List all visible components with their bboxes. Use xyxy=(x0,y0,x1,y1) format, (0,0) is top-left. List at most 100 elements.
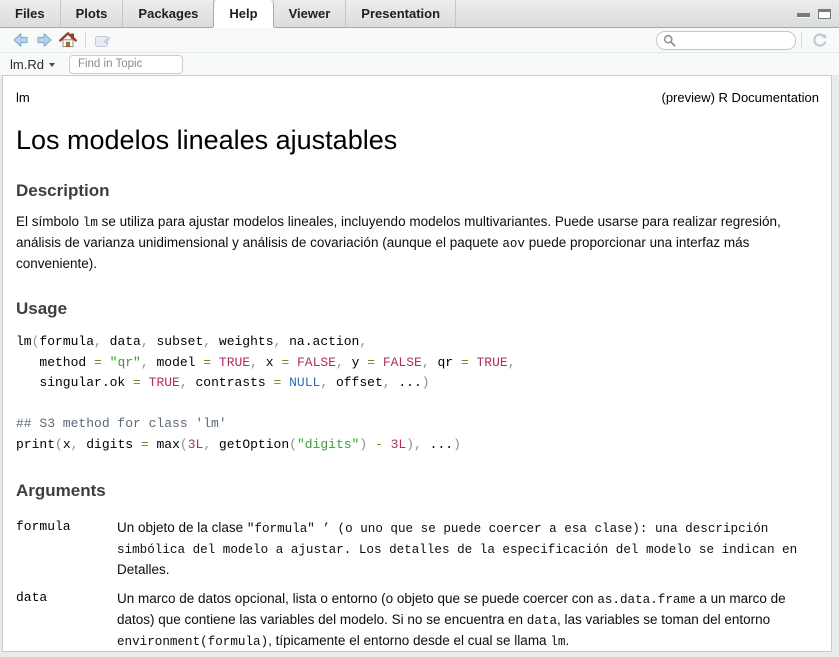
tab-plots[interactable]: Plots xyxy=(61,0,124,27)
find-in-topic-input[interactable] xyxy=(69,55,183,74)
forward-button[interactable] xyxy=(32,30,56,50)
argument-term: data xyxy=(16,589,117,652)
code-token: = xyxy=(133,375,141,390)
code-token: weights xyxy=(219,334,274,349)
code-token: 3L xyxy=(188,437,204,452)
pane-tabs: FilesPlotsPackagesHelpViewerPresentation xyxy=(0,0,456,27)
code-token: subset xyxy=(156,334,203,349)
pane-window-buttons xyxy=(797,9,831,19)
back-button[interactable] xyxy=(8,30,32,50)
code-token: contrasts xyxy=(195,375,273,390)
code-token: NULL xyxy=(289,375,320,390)
tab-files[interactable]: Files xyxy=(0,0,61,27)
code-token: ... xyxy=(430,437,453,452)
code-token: , xyxy=(71,437,87,452)
inline-code: environment(formula) xyxy=(117,635,268,649)
code-token xyxy=(211,355,219,370)
code-token: TRUE xyxy=(149,375,180,390)
toolbar-separator-2 xyxy=(801,32,802,48)
code-line: singular.ok = TRUE, contrasts = NULL, of… xyxy=(16,373,819,394)
code-token xyxy=(383,437,391,452)
show-in-new-window-button[interactable] xyxy=(91,30,115,50)
code-token: y xyxy=(352,355,368,370)
code-token: , xyxy=(336,355,352,370)
code-token: - xyxy=(375,437,383,452)
code-token: , xyxy=(422,355,438,370)
refresh-button[interactable] xyxy=(807,30,831,50)
minimize-icon[interactable] xyxy=(797,9,810,19)
topic-selector[interactable]: lm.Rd xyxy=(10,57,55,72)
inline-code: lm xyxy=(83,216,98,230)
popout-icon xyxy=(94,33,112,48)
code-token: na.action xyxy=(289,334,359,349)
help-search-input[interactable] xyxy=(680,33,789,47)
topic-name: lm.Rd xyxy=(10,57,44,72)
tab-viewer[interactable]: Viewer xyxy=(274,0,347,27)
code-token: ( xyxy=(289,437,297,452)
code-token xyxy=(141,375,149,390)
search-icon xyxy=(663,34,676,47)
arguments-heading: Arguments xyxy=(16,481,819,501)
code-token: getOption xyxy=(219,437,289,452)
code-token: , xyxy=(94,334,110,349)
usage-heading: Usage xyxy=(16,299,819,319)
tab-help[interactable]: Help xyxy=(213,0,273,27)
code-token: ) xyxy=(422,375,430,390)
code-token: digits xyxy=(86,437,141,452)
chevron-down-icon xyxy=(49,63,55,67)
code-token xyxy=(375,355,383,370)
help-search-box xyxy=(656,31,796,50)
code-token: , xyxy=(203,334,219,349)
code-token: singular.ok xyxy=(16,375,133,390)
code-token: ) xyxy=(406,437,414,452)
code-token: 3L xyxy=(391,437,407,452)
code-token: = xyxy=(94,355,102,370)
code-line: ## S3 method for class 'lm' xyxy=(16,414,819,435)
code-token: ) xyxy=(453,437,461,452)
code-token: = xyxy=(203,355,211,370)
maximize-icon[interactable] xyxy=(818,9,831,19)
code-token: = xyxy=(141,437,149,452)
inline-code: as.data.frame xyxy=(597,593,695,607)
code-token: print xyxy=(16,437,55,452)
code-token: , xyxy=(383,375,399,390)
code-line: print(x, digits = max(3L, getOption("dig… xyxy=(16,435,819,456)
inline-code: "formula" ’ (o uno que se puede coercer … xyxy=(117,522,797,557)
code-token: ( xyxy=(180,437,188,452)
code-token xyxy=(281,375,289,390)
code-line: lm(formula, data, subset, weights, na.ac… xyxy=(16,332,819,353)
help-document[interactable]: lm (preview) R Documentation Los modelos… xyxy=(2,75,832,652)
code-token: method xyxy=(16,355,94,370)
code-token: , xyxy=(508,355,516,370)
doc-meta-topic: lm xyxy=(16,90,30,105)
code-token: = xyxy=(281,355,289,370)
code-token: = xyxy=(461,355,469,370)
tab-packages[interactable]: Packages xyxy=(123,0,214,27)
inline-code: lm xyxy=(550,635,565,649)
argument-definition: Un objeto de la clase "formula" ’ (o uno… xyxy=(117,518,819,580)
code-token: , xyxy=(320,375,336,390)
code-token: qr xyxy=(437,355,460,370)
code-token: x xyxy=(63,437,71,452)
code-token: lm xyxy=(16,334,32,349)
page-title: Los modelos lineales ajustables xyxy=(16,125,819,156)
inline-code: data xyxy=(527,614,557,628)
code-line xyxy=(16,394,819,415)
code-token: FALSE xyxy=(383,355,422,370)
code-token xyxy=(102,355,110,370)
forward-icon xyxy=(36,32,53,48)
code-token: , xyxy=(203,437,219,452)
code-token: FALSE xyxy=(297,355,336,370)
code-token: data xyxy=(110,334,141,349)
home-button[interactable] xyxy=(56,30,80,50)
content-frame: lm (preview) R Documentation Los modelos… xyxy=(0,75,839,657)
toolbar-separator xyxy=(85,32,86,48)
usage-code-block: lm(formula, data, subset, weights, na.ac… xyxy=(16,332,819,456)
code-token: TRUE xyxy=(219,355,250,370)
code-token: ... xyxy=(398,375,421,390)
code-token: , xyxy=(274,334,290,349)
code-token: , xyxy=(141,334,157,349)
doc-meta-source: (preview) R Documentation xyxy=(661,90,819,105)
code-token: , xyxy=(141,355,157,370)
tab-presentation[interactable]: Presentation xyxy=(346,0,456,27)
